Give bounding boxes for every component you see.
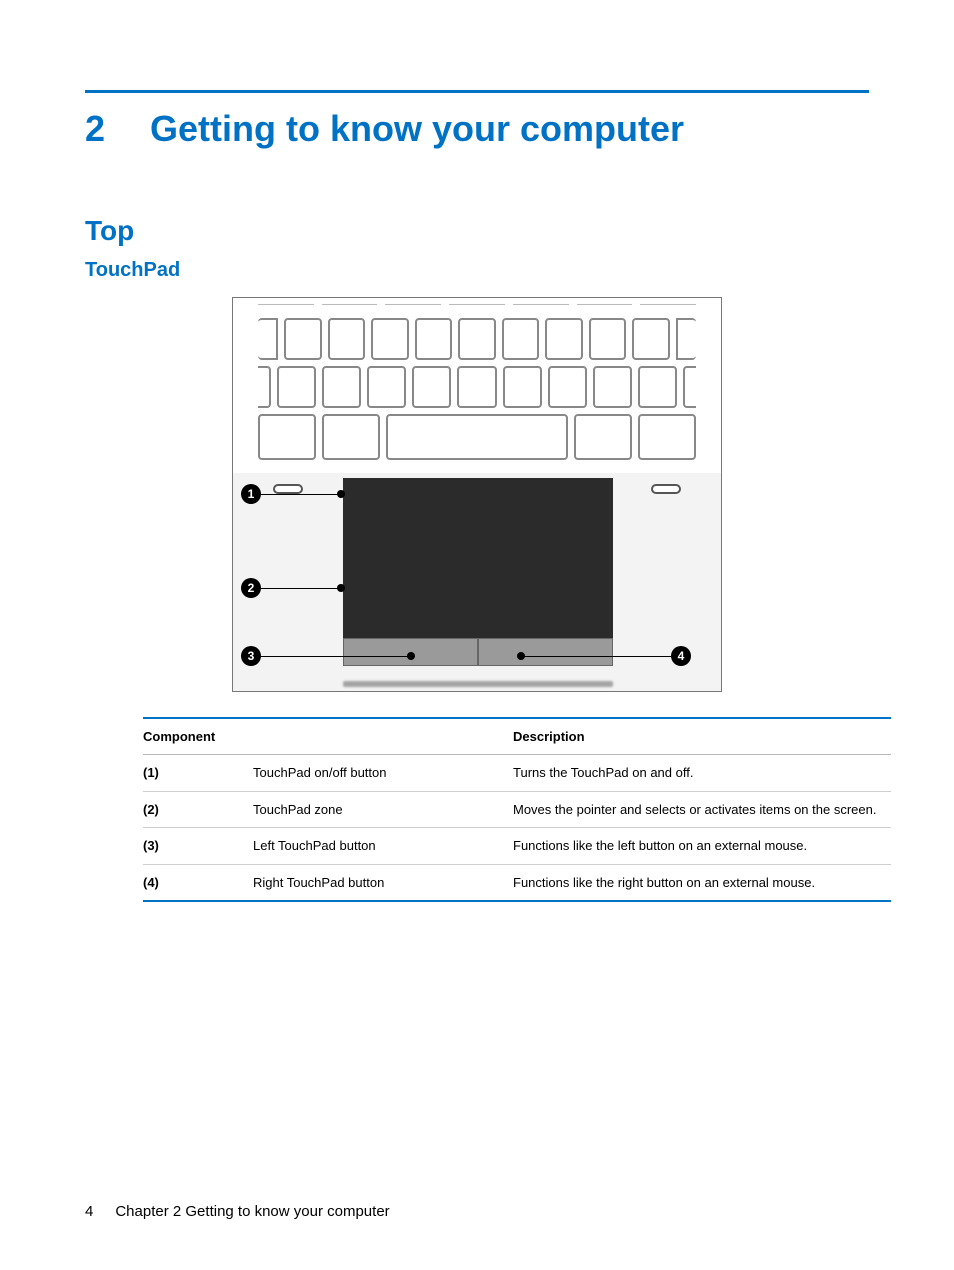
table-row: (1) TouchPad on/off button Turns the Tou… <box>143 755 891 792</box>
table-header-spacer <box>253 718 513 755</box>
footer-text: Chapter 2 Getting to know your computer <box>115 1203 389 1220</box>
row-component: Left TouchPad button <box>253 828 513 865</box>
chapter-number: 2 <box>85 108 150 150</box>
row-component: TouchPad on/off button <box>253 755 513 792</box>
table-row: (2) TouchPad zone Moves the pointer and … <box>143 791 891 828</box>
subsection-heading: TouchPad <box>85 259 869 282</box>
row-description: Turns the TouchPad on and off. <box>513 755 891 792</box>
row-description: Moves the pointer and selects or activat… <box>513 791 891 828</box>
table-header-component: Component <box>143 718 253 755</box>
row-component: TouchPad zone <box>253 791 513 828</box>
component-table: Component Description (1) TouchPad on/of… <box>143 717 891 902</box>
callout-2: 2 <box>241 578 261 598</box>
chapter-rule <box>85 90 869 93</box>
table-row: (4) Right TouchPad button Functions like… <box>143 864 891 901</box>
table-row: (3) Left TouchPad button Functions like … <box>143 828 891 865</box>
row-index: (3) <box>143 828 253 865</box>
chapter-title-text: Getting to know your computer <box>150 108 684 149</box>
callout-3: 3 <box>241 646 261 666</box>
section-heading: Top <box>85 215 869 247</box>
touchpad-diagram: 1 2 3 4 <box>232 297 722 692</box>
page-footer: 4 Chapter 2 Getting to know your compute… <box>85 1203 390 1220</box>
callout-4: 4 <box>671 646 691 666</box>
chapter-title: 2Getting to know your computer <box>85 108 869 150</box>
callout-1: 1 <box>241 484 261 504</box>
figure-container: 1 2 3 4 <box>85 297 869 692</box>
row-description: Functions like the right button on an ex… <box>513 864 891 901</box>
row-index: (1) <box>143 755 253 792</box>
row-index: (4) <box>143 864 253 901</box>
row-description: Functions like the left button on an ext… <box>513 828 891 865</box>
page-number: 4 <box>85 1203 93 1220</box>
row-index: (2) <box>143 791 253 828</box>
table-header-description: Description <box>513 718 891 755</box>
row-component: Right TouchPad button <box>253 864 513 901</box>
